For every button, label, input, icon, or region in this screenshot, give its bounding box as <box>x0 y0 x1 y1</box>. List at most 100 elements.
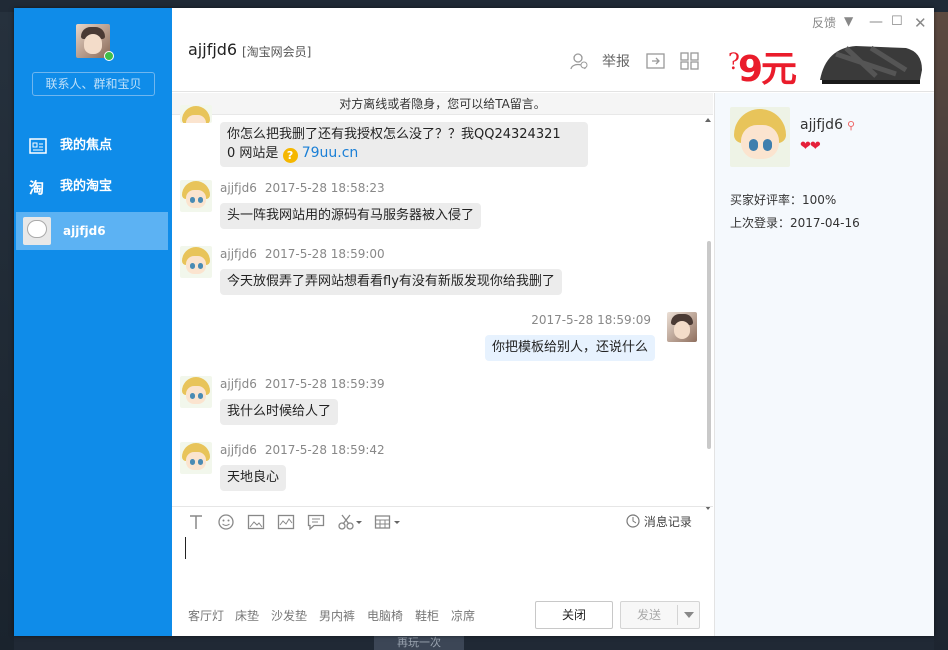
minimize-icon[interactable]: — <box>869 14 883 30</box>
taobao-icon: 淘 <box>29 179 44 195</box>
replay-button[interactable]: 再玩一次 <box>374 636 464 650</box>
message-bubble: 天地良心 <box>220 465 287 491</box>
member-tag: [淘宝网会员] <box>242 45 312 59</box>
pin-icon[interactable]: ⚲ <box>847 119 855 132</box>
last-login-value: 2017-04-16 <box>790 216 860 230</box>
message-sender: ajjfjd6 <box>220 443 257 457</box>
message-meta: ajjfjd6 2017-5-28 18:59:42 <box>220 443 385 457</box>
report-button[interactable]: 举报 <box>602 51 630 71</box>
message-sender: ajjfjd6 <box>220 181 257 195</box>
suggestion-link[interactable]: 客厅灯 <box>188 607 224 624</box>
scissors-icon[interactable] <box>337 514 363 530</box>
message-meta: ajjfjd6 2017-5-28 18:59:39 <box>220 377 385 391</box>
message-bubble: 头一阵我网站用的源码有马服务器被入侵了 <box>220 203 482 229</box>
sidebar-item-focus[interactable]: 我的焦点 <box>14 128 172 164</box>
feedback-button[interactable]: 反馈 <box>812 14 836 31</box>
link-icon: ? <box>282 148 298 163</box>
dropdown-icon[interactable]: ▼ <box>844 14 853 28</box>
message-text: 我什么时候给人了 <box>227 404 332 419</box>
my-message-avatar[interactable] <box>667 312 697 342</box>
message-list[interactable]: 对方离线或者隐身，您可以给TA留言。 你怎么把我删了还有我授权怎么没了？？我QQ… <box>172 93 713 506</box>
buyer-rating: 买家好评率：100% <box>730 193 837 207</box>
maximize-icon[interactable]: ☐ <box>891 14 903 29</box>
suggestion-link[interactable]: 男内裤 <box>319 607 355 624</box>
font-icon[interactable] <box>187 514 205 530</box>
suggestion-link[interactable]: 鞋柜 <box>415 607 439 624</box>
suggestion-link[interactable]: 沙发垫 <box>271 607 307 624</box>
message-time: 2017-5-28 18:59:00 <box>264 247 385 261</box>
suggestion-link[interactable]: 电脑椅 <box>367 607 403 624</box>
sidebar-item-taobao[interactable]: 淘 我的淘宝 <box>14 169 172 205</box>
sidebar-item-label: 我的焦点 <box>60 138 113 153</box>
buyer-rating-value: 100% <box>802 193 837 207</box>
message-time: 2017-5-28 18:58:23 <box>264 181 385 195</box>
send-file-icon[interactable] <box>646 52 666 70</box>
sidebar-item-contact[interactable]: ajjfjd6 <box>16 212 168 250</box>
message-avatar[interactable] <box>180 376 212 408</box>
sidebar: 联系人、群和宝贝 我的焦点 淘 我的淘宝 ajjfjd6 <box>14 8 172 636</box>
contact-profile-name: ajjfjd6 ⚲ <box>800 117 856 133</box>
message-avatar[interactable] <box>180 246 212 278</box>
message-text: 头一阵我网站用的源码有马服务器被入侵了 <box>227 208 475 223</box>
sidebar-item-label: ajjfjd6 <box>63 224 106 238</box>
message-sender: ajjfjd6 <box>220 377 257 391</box>
background-left-strip <box>0 12 14 650</box>
offline-notice: 对方离线或者隐身，您可以给TA留言。 <box>172 93 713 115</box>
message-time: 2017-5-28 18:59:42 <box>264 443 385 457</box>
ad-price: 9元 <box>738 49 797 90</box>
contact-name[interactable]: ajjfjd6 <box>188 40 237 59</box>
chat-window: 联系人、群和宝贝 我的焦点 淘 我的淘宝 ajjfjd6 ajjfjd6 [淘宝… <box>14 8 934 636</box>
scrollbar-thumb[interactable] <box>707 241 711 449</box>
message-bubble: 今天放假弄了弄网站想看看fly有没有新版发现你给我删了 <box>220 269 562 295</box>
send-divider <box>677 605 678 625</box>
search-input[interactable]: 联系人、群和宝贝 <box>32 72 155 96</box>
message-avatar[interactable] <box>180 442 212 474</box>
add-contact-icon[interactable] <box>569 52 589 70</box>
message-text: 0 网站是 <box>227 146 283 161</box>
contact-avatar <box>23 217 51 245</box>
quick-reply-icon[interactable] <box>307 514 325 530</box>
message-avatar[interactable] <box>180 105 212 123</box>
send-button[interactable]: 发送 <box>620 601 700 629</box>
credit-hearts-icon: ❤❤ <box>800 139 821 154</box>
suggestion-link[interactable]: 床垫 <box>235 607 259 624</box>
contact-profile-avatar[interactable] <box>730 107 790 167</box>
message-time: 2017-5-28 18:59:39 <box>264 377 385 391</box>
emoji-icon[interactable] <box>217 514 235 530</box>
send-label: 发送 <box>636 608 661 622</box>
message-text: 你怎么把我删了还有我授权怎么没了？？我QQ24324321 <box>227 127 561 142</box>
close-button[interactable]: 关闭 <box>535 601 613 629</box>
message-meta: ajjfjd6 2017-5-28 18:59:00 <box>220 247 385 261</box>
contact-info-panel: ajjfjd6 ⚲ ❤❤ 买家好评率：100% 上次登录：2017-04-16 <box>714 93 934 636</box>
send-options-icon[interactable] <box>683 609 695 623</box>
message-link[interactable]: 79uu.cn <box>302 145 359 161</box>
apps-grid-icon[interactable] <box>680 52 700 70</box>
online-status-icon <box>104 51 114 61</box>
message-avatar[interactable] <box>180 180 212 212</box>
screenshot-icon[interactable] <box>277 514 295 530</box>
message-sender: ajjfjd6 <box>220 247 257 261</box>
background-right-strip <box>934 12 948 650</box>
focus-icon <box>29 138 47 154</box>
text-input-caret[interactable] <box>185 537 186 559</box>
suggestion-link[interactable]: 凉席 <box>451 607 475 624</box>
message-text: 天地良心 <box>227 470 280 485</box>
message-time: 2017-5-28 18:59:09 <box>531 313 651 327</box>
sidebar-item-label: 我的淘宝 <box>60 179 113 194</box>
message-history-button[interactable]: 消息记录 <box>626 513 692 530</box>
input-divider <box>172 506 713 507</box>
my-message-bubble: 你把模板给别人，还说什么 <box>484 335 655 361</box>
more-tools-icon[interactable] <box>374 514 402 530</box>
image-icon[interactable] <box>247 514 265 530</box>
svg-text:淘: 淘 <box>29 179 44 195</box>
message-meta: ajjfjd6 2017-5-28 18:58:23 <box>220 181 385 195</box>
history-label: 消息记录 <box>643 515 692 529</box>
background-bottom-strip: 再玩一次 <box>14 636 934 650</box>
message-text: 今天放假弄了弄网站想看看fly有没有新版发现你给我删了 <box>227 274 555 289</box>
chat-header: ajjfjd6 [淘宝网会员] 举报 ? 9元 反馈 ▼ — ☐ ✕ <box>172 8 934 92</box>
sandal-image <box>820 45 922 84</box>
message-bubble: 你怎么把我删了还有我授权怎么没了？？我QQ24324321 0 网站是 ? 79… <box>220 122 588 167</box>
clock-icon <box>626 514 640 528</box>
close-icon[interactable]: ✕ <box>914 14 927 32</box>
ad-banner[interactable]: ? 9元 <box>724 34 930 90</box>
